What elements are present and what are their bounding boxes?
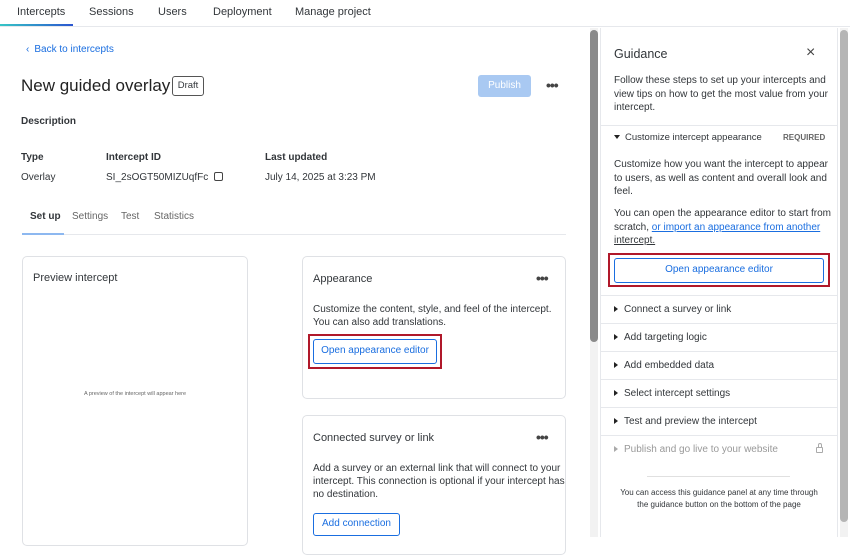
- expanded-p1-1: Customize how you want the intercept to …: [614, 159, 829, 170]
- active-tab-indicator: [0, 24, 73, 26]
- publish-button[interactable]: Publish: [478, 75, 531, 97]
- top-nav: Intercepts Sessions Users Deployment Man…: [0, 0, 850, 27]
- step-label: Publish and go live to your website: [624, 444, 778, 455]
- close-icon[interactable]: ×: [806, 44, 815, 62]
- step-label: Customize intercept appearance: [625, 132, 762, 143]
- footer-divider: [647, 476, 790, 477]
- guidance-title: Guidance: [614, 47, 668, 61]
- open-appearance-editor-button[interactable]: Open appearance editor: [313, 339, 437, 364]
- subtab-setup[interactable]: Set up: [30, 211, 61, 222]
- expanded-p2-1: You can open the appearance editor to st…: [614, 208, 831, 219]
- expanded-p2-text: scratch,: [614, 221, 652, 233]
- connected-desc-2: intercept. This connection is optional i…: [313, 476, 565, 487]
- nav-tab-sessions[interactable]: Sessions: [89, 6, 134, 18]
- connected-desc-1: Add a survey or an external link that wi…: [313, 463, 561, 474]
- subtab-test[interactable]: Test: [121, 211, 139, 222]
- main-scrollbar[interactable]: [590, 28, 598, 537]
- subtab-indicator: [22, 233, 64, 235]
- step-label: Test and preview the intercept: [624, 416, 757, 427]
- guidance-intro-2: view tips on how to get the most value f…: [614, 88, 828, 100]
- guidance-footer-1: You can access this guidance panel at an…: [620, 488, 818, 497]
- connected-more-icon[interactable]: •••: [536, 429, 549, 445]
- guidance-intro-1: Follow these steps to set up your interc…: [614, 75, 826, 86]
- add-connection-button[interactable]: Add connection: [313, 513, 400, 536]
- appearance-card: Appearance ••• Customize the content, st…: [302, 256, 566, 399]
- back-link[interactable]: ‹ Back to intercepts: [26, 44, 114, 55]
- step-customize-appearance[interactable]: Customize intercept appearance: [614, 132, 762, 143]
- preview-placeholder: A preview of the intercept will appear h…: [83, 391, 187, 397]
- chevron-left-icon: ‹: [26, 44, 30, 55]
- guidance-open-appearance-editor-button[interactable]: Open appearance editor: [614, 258, 824, 283]
- step-label: Add embedded data: [624, 360, 715, 371]
- import-appearance-link-cont[interactable]: intercept.: [614, 234, 655, 248]
- step-label: Add targeting logic: [624, 332, 707, 343]
- subtabs-divider: [22, 234, 566, 235]
- import-appearance-link[interactable]: or import an appearance from another: [652, 222, 820, 233]
- nav-tab-users[interactable]: Users: [158, 6, 187, 18]
- appearance-more-icon[interactable]: •••: [536, 270, 549, 286]
- appearance-desc-1: Customize the content, style, and feel o…: [313, 304, 552, 315]
- intercept-id-text: SI_2sOGT50MIZUqfFc: [106, 172, 209, 183]
- connected-desc-3: no destination.: [313, 489, 379, 500]
- caret-right-icon: [614, 390, 618, 396]
- intercept-id-label: Intercept ID: [106, 152, 162, 163]
- intercept-id-value: SI_2sOGT50MIZUqfFc: [106, 172, 224, 183]
- page-title: New guided overlay: [21, 76, 171, 95]
- nav-tab-deployment[interactable]: Deployment: [213, 6, 272, 18]
- step-label: Select intercept settings: [624, 388, 731, 399]
- type-label: Type: [21, 152, 44, 163]
- caret-right-icon: [614, 418, 618, 424]
- caret-right-icon: [614, 362, 618, 368]
- caret-right-icon: [614, 446, 618, 452]
- guidance-intro-3: intercept.: [614, 102, 656, 113]
- appearance-desc-2: You can also add translations.: [313, 317, 447, 328]
- step-test-preview[interactable]: Test and preview the intercept: [601, 407, 837, 435]
- status-badge: Draft: [172, 76, 204, 96]
- description-label: Description: [21, 116, 77, 127]
- subtab-settings[interactable]: Settings: [72, 211, 108, 222]
- step-intercept-settings[interactable]: Select intercept settings: [601, 379, 837, 407]
- caret-right-icon: [614, 306, 618, 312]
- nav-tab-manage-project[interactable]: Manage project: [295, 6, 371, 18]
- preview-title: Preview intercept: [33, 272, 118, 284]
- caret-down-icon: [614, 135, 620, 139]
- required-tag: REQUIRED: [783, 133, 826, 142]
- expanded-p1-2: to users, as well as content and overall…: [614, 172, 827, 184]
- step-label: Connect a survey or link: [624, 304, 732, 315]
- guidance-scrollbar[interactable]: [840, 28, 848, 537]
- subtab-statistics[interactable]: Statistics: [154, 211, 194, 222]
- copy-icon[interactable]: [214, 172, 224, 181]
- guidance-scrollbar-thumb[interactable]: [840, 30, 848, 522]
- caret-right-icon: [614, 334, 618, 340]
- appearance-title: Appearance: [313, 273, 373, 285]
- lock-shackle: [817, 443, 822, 448]
- expanded-p2-2: scratch, or import an appearance from an…: [614, 221, 820, 235]
- preview-card: Preview intercept A preview of the inter…: [22, 256, 248, 546]
- guidance-footer-2: the guidance button on the bottom of the…: [637, 500, 801, 509]
- step-publish-locked: Publish and go live to your website: [601, 435, 837, 463]
- more-options-icon[interactable]: •••: [546, 77, 559, 93]
- step-embedded-data[interactable]: Add embedded data: [601, 351, 837, 379]
- back-link-label: Back to intercepts: [34, 44, 114, 55]
- last-updated-value: July 14, 2025 at 3:23 PM: [265, 172, 376, 183]
- step-connect-survey[interactable]: Connect a survey or link: [601, 295, 837, 323]
- type-value: Overlay: [21, 172, 56, 183]
- divider: [601, 125, 837, 126]
- expanded-p1-3: feel.: [614, 186, 633, 197]
- connected-title: Connected survey or link: [313, 432, 435, 444]
- main-scrollbar-thumb[interactable]: [590, 30, 598, 342]
- step-targeting-logic[interactable]: Add targeting logic: [601, 323, 837, 351]
- nav-tab-intercepts[interactable]: Intercepts: [17, 6, 65, 18]
- last-updated-label: Last updated: [265, 152, 328, 163]
